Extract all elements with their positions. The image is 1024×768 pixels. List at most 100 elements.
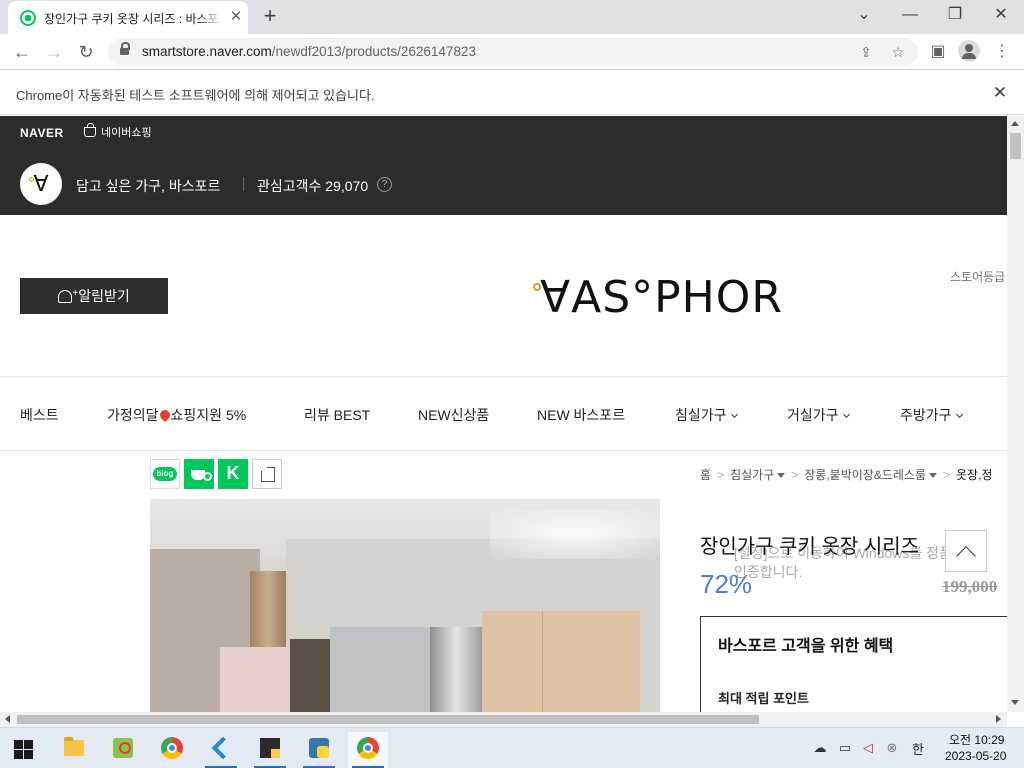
naver-shopping-link[interactable]: 네이버쇼핑 xyxy=(84,123,152,140)
windows-activation-watermark: [설정]으로 이동하여 Windows를 정품 인증합니다. xyxy=(734,544,952,582)
vscode-app[interactable] xyxy=(201,732,241,768)
infobar-close-icon[interactable]: ✕ xyxy=(990,83,1010,103)
store-grade-link[interactable]: 스토어등급 xyxy=(950,268,1005,285)
forward-icon[interactable]: → xyxy=(42,40,66,64)
breadcrumb-separator: > xyxy=(791,468,799,482)
breadcrumb-label: 침실가구 xyxy=(730,468,775,482)
category-label: 베스트 xyxy=(20,407,59,423)
breadcrumb-bedroom[interactable]: 침실가구 xyxy=(730,468,786,482)
start-pane xyxy=(24,750,33,759)
tab-title: 장인가구 쿠키 옷장 시리즈 : 바스포르 xyxy=(44,10,222,26)
category-kitchen[interactable]: 주방가구 xyxy=(900,405,963,425)
breadcrumb-current[interactable]: 옷장,정 xyxy=(956,468,992,482)
category-new-vasphor[interactable]: NEW 바스포르 xyxy=(537,405,625,425)
category-bedroom[interactable]: 침실가구 xyxy=(675,405,738,425)
store-logo-icon: ∀ xyxy=(33,171,49,196)
notify-label: 알림받기 xyxy=(78,288,130,304)
side-panel-icon[interactable]: ▣ xyxy=(926,40,950,64)
share-link-icon[interactable] xyxy=(252,459,282,489)
shopping-basket-icon xyxy=(84,123,96,137)
brand-logo[interactable]: ∀AS°PHOR xyxy=(540,272,783,323)
scroll-to-top-button[interactable] xyxy=(945,530,987,572)
store-fan-count: 관심고객수 29,070 xyxy=(257,178,369,194)
image-wardrobe-pink xyxy=(220,647,290,712)
category-family-month[interactable]: 가정의달 쇼핑지원 5% xyxy=(107,405,246,425)
python-app[interactable] xyxy=(299,732,339,768)
naver-logo[interactable]: NAVER xyxy=(20,126,64,140)
maps-app[interactable] xyxy=(103,732,143,768)
reload-icon[interactable]: ↻ xyxy=(74,40,98,64)
product-image[interactable] xyxy=(150,499,660,712)
watermark-line-2: 인증합니다. xyxy=(734,564,803,580)
benefit-points-label: 최대 적립 포인트 xyxy=(718,691,809,706)
back-icon[interactable]: ← xyxy=(10,40,34,64)
store-profile-badge[interactable]: ∀ xyxy=(20,163,62,205)
tab-close-icon[interactable]: ✕ xyxy=(228,9,244,25)
divider xyxy=(243,177,244,191)
category-label: 주방가구 xyxy=(900,407,952,423)
ime-indicator[interactable]: 한 xyxy=(912,739,924,758)
vertical-scrollbar[interactable] xyxy=(1007,116,1024,712)
category-nav: 베스트 가정의달 쇼핑지원 5% 리뷰 BEST NEW신상품 NEW 바스포르 … xyxy=(0,378,1007,451)
help-icon[interactable]: ? xyxy=(377,177,392,192)
tab-search-icon[interactable]: ⌄ xyxy=(852,4,876,26)
sticky-notes-app[interactable] xyxy=(250,732,290,768)
url-text[interactable]: smartstore.naver.com/newdf2013/products/… xyxy=(142,44,476,59)
benefit-title: 바스포르 고객을 위한 혜택 xyxy=(718,638,894,655)
breadcrumb-separator: > xyxy=(943,468,951,482)
category-new-products[interactable]: NEW신상품 xyxy=(418,405,489,425)
scroll-down-icon[interactable] xyxy=(1011,700,1019,705)
windows-start-icon[interactable] xyxy=(14,740,33,759)
category-best[interactable]: 베스트 xyxy=(20,405,59,425)
chrome-active-app[interactable] xyxy=(348,732,388,768)
automation-infobar: Chrome이 자동화된 테스트 소프트웨어에 의해 제어되고 있습니다. ✕ xyxy=(0,71,1024,115)
chrome-app[interactable] xyxy=(152,732,192,768)
close-window-button[interactable]: ✕ xyxy=(989,4,1013,26)
clock-date[interactable]: 2023-05-20 xyxy=(945,749,1006,763)
image-light xyxy=(490,509,660,559)
scroll-right-icon[interactable] xyxy=(996,715,1001,723)
new-tab-button[interactable]: + xyxy=(258,5,282,29)
scroll-left-icon[interactable] xyxy=(5,715,10,723)
breadcrumb-wardrobe[interactable]: 장롱,붙박이장&드레스룸 xyxy=(804,468,937,482)
menu-icon[interactable]: ⋮ xyxy=(990,40,1014,64)
profile-icon[interactable] xyxy=(958,40,980,62)
notification-off-icon[interactable]: ⊗ xyxy=(883,740,901,756)
restore-button[interactable]: ❐ xyxy=(943,4,967,26)
cafe-share-icon[interactable] xyxy=(184,459,214,489)
vertical-scroll-thumb[interactable] xyxy=(1010,133,1021,159)
notify-button[interactable]: 알림받기 xyxy=(20,278,168,314)
browser-tab[interactable]: 장인가구 쿠키 옷장 시리즈 : 바스포르 ✕ xyxy=(8,1,248,34)
category-living-room[interactable]: 거실가구 xyxy=(787,405,850,425)
category-label: 거실가구 xyxy=(787,407,839,423)
volume-muted-icon[interactable]: ◁ xyxy=(859,740,877,756)
minimize-button[interactable]: — xyxy=(898,4,922,26)
tab-strip: 장인가구 쿠키 옷장 시리즈 : 바스포르 ✕ + ⌄ — ❐ ✕ xyxy=(0,0,1024,34)
horizontal-scroll-thumb[interactable] xyxy=(17,715,759,724)
lock-icon[interactable] xyxy=(120,42,130,57)
category-label: 가정의달 xyxy=(107,407,159,423)
breadcrumb-home[interactable]: 홈 xyxy=(700,468,711,482)
start-pane xyxy=(24,740,33,749)
sticky-notes-icon xyxy=(260,738,280,758)
pin-icon xyxy=(157,407,172,423)
star-icon[interactable]: ☆ xyxy=(888,42,908,62)
vscode-icon xyxy=(211,738,231,758)
benefit-box: 바스포르 고객을 위한 혜택 최대 적립 포인트 xyxy=(700,616,1007,712)
start-pane xyxy=(14,750,23,759)
scroll-up-icon[interactable] xyxy=(1011,121,1019,126)
network-icon[interactable]: ▭ xyxy=(836,740,854,756)
k-share-icon[interactable]: K xyxy=(218,459,248,489)
cloud-sync-icon[interactable]: ☁ xyxy=(811,740,829,756)
blog-share-icon[interactable]: blog xyxy=(150,459,180,489)
address-bar[interactable]: smartstore.naver.com/newdf2013/products/… xyxy=(108,38,918,66)
image-wardrobe-shelf xyxy=(290,639,330,712)
category-review-best[interactable]: 리뷰 BEST xyxy=(304,405,370,425)
chevron-down-icon xyxy=(730,410,738,419)
file-explorer-app[interactable] xyxy=(54,732,94,768)
clock-time[interactable]: 오전 10:29 xyxy=(949,731,1004,748)
breadcrumb: 홈 > 침실가구 > 장롱,붙박이장&드레스룸 > 옷장,정 xyxy=(700,466,992,483)
store-name[interactable]: 담고 싶은 가구, 바스포르 xyxy=(76,176,220,196)
horizontal-scrollbar[interactable] xyxy=(0,712,1007,727)
share-icon[interactable]: ⇪ xyxy=(856,42,876,62)
